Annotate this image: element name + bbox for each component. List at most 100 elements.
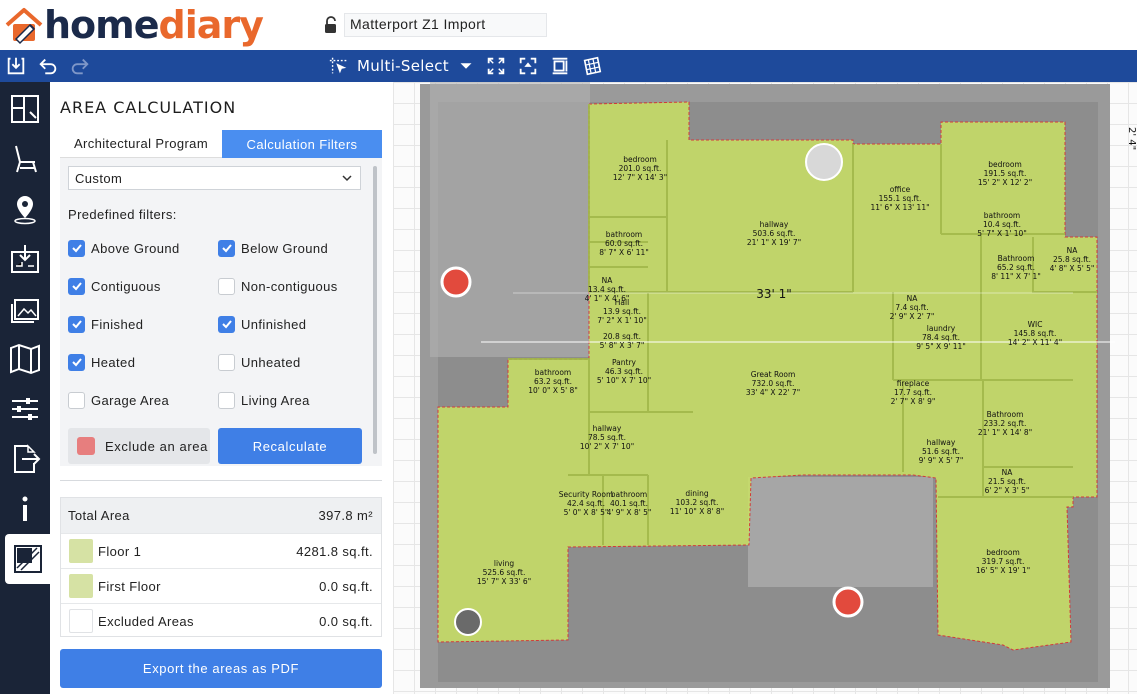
filter-unfinished[interactable]: Unfinished: [218, 314, 306, 334]
filters-container: Custom Predefined filters: Above Ground …: [60, 158, 382, 466]
area-row-value: 0.0 sq.ft.: [319, 613, 373, 629]
room-label[interactable]: Bathroom 65.2 sq.ft. 8' 11" X 7' 1": [991, 254, 1041, 281]
logo-text-home: home: [44, 3, 160, 47]
checkbox-unchecked-icon[interactable]: [68, 391, 85, 409]
location-pin-icon[interactable]: [0, 184, 50, 234]
checkbox-checked-icon[interactable]: [68, 315, 85, 333]
panel-title: AREA CALCULATION: [60, 98, 237, 117]
area-row-first-floor[interactable]: First Floor 0.0 sq.ft.: [61, 568, 381, 603]
exclude-area-label: Exclude an area: [105, 438, 208, 454]
floor-color-swatch[interactable]: [69, 574, 93, 598]
checkbox-checked-icon[interactable]: [68, 239, 85, 257]
redo-icon[interactable]: [68, 54, 92, 78]
checkbox-unchecked-icon[interactable]: [218, 391, 235, 409]
filter-label: Garage Area: [91, 392, 170, 408]
filter-label: Unfinished: [241, 316, 307, 332]
room-label[interactable]: Great Room 732.0 sq.ft. 33' 4" X 22' 7": [746, 370, 800, 397]
filter-living-area[interactable]: Living Area: [218, 390, 310, 410]
scan-noise-area: [748, 477, 933, 587]
area-row-excluded[interactable]: Excluded Areas 0.0 sq.ft.: [61, 603, 381, 638]
tab-architectural-program[interactable]: Architectural Program: [60, 130, 222, 158]
area-totals-table: Total Area 397.8 m² Floor 1 4281.8 sq.ft…: [60, 497, 382, 637]
filter-label: Contiguous: [91, 278, 161, 294]
filter-label: Heated: [91, 354, 136, 370]
area-row-label: Excluded Areas: [98, 613, 194, 629]
filter-label: Living Area: [241, 392, 310, 408]
filter-heated[interactable]: Heated: [68, 352, 135, 372]
area-row-value: 0.0 sq.ft.: [319, 578, 373, 594]
checkbox-checked-icon[interactable]: [68, 277, 85, 295]
scan-marker[interactable]: [832, 586, 864, 618]
unlock-icon[interactable]: [323, 16, 339, 34]
filter-unheated[interactable]: Unheated: [218, 352, 301, 372]
exclude-area-button[interactable]: Exclude an area: [68, 428, 210, 464]
filters-scrollbar[interactable]: [373, 166, 377, 454]
scan-marker[interactable]: [440, 266, 472, 298]
mode-dropdown-icon[interactable]: [454, 54, 478, 78]
room-label[interactable]: bathroom 60.0 sq.ft. 8' 7" X 6' 11": [599, 230, 649, 257]
recalculate-button[interactable]: Recalculate: [218, 428, 362, 464]
room-label[interactable]: bathroom 40.1 sq.ft. 4' 9" X 8' 5": [607, 490, 652, 517]
multi-select-label[interactable]: Multi-Select: [357, 57, 449, 75]
filter-below-ground[interactable]: Below Ground: [218, 238, 328, 258]
panel-tabs: Architectural Program Calculation Filter…: [60, 130, 382, 158]
filter-garage-area[interactable]: Garage Area: [68, 390, 169, 410]
multi-select-icon[interactable]: [327, 54, 351, 78]
project-name-field[interactable]: Matterport Z1 Import: [344, 13, 547, 37]
grid-icon[interactable]: [580, 54, 604, 78]
scan-marker[interactable]: [805, 143, 843, 181]
checkbox-unchecked-icon[interactable]: [218, 353, 235, 371]
room-label[interactable]: fireplace 17.7 sq.ft. 2' 7" X 8' 9": [891, 379, 936, 406]
gallery-icon[interactable]: [0, 284, 50, 334]
filter-finished[interactable]: Finished: [68, 314, 143, 334]
floorplan-canvas[interactable]: 33' 1" 2' 4" bedroom 201.0 sq.ft. 12' 7" X…: [393, 82, 1137, 694]
checkbox-checked-icon[interactable]: [218, 239, 235, 257]
furniture-chair-icon[interactable]: [0, 134, 50, 184]
area-calculation-panel: AREA CALCULATION Architectural Program C…: [50, 82, 393, 694]
app-header: homediary Matterport Z1 Import: [0, 0, 1137, 50]
filter-preset-value: Custom: [75, 171, 123, 186]
area-row-floor-1[interactable]: Floor 1 4281.8 sq.ft.: [61, 533, 381, 568]
filter-contiguous[interactable]: Contiguous: [68, 276, 161, 296]
tab-calculation-filters[interactable]: Calculation Filters: [222, 130, 382, 158]
edge-dimension-label: 2' 4": [1126, 127, 1137, 150]
homediary-logo[interactable]: homediary: [4, 3, 264, 47]
area-row-value: 4281.8 sq.ft.: [296, 543, 373, 559]
checkbox-checked-icon[interactable]: [218, 315, 235, 333]
import-plan-icon[interactable]: [0, 234, 50, 284]
filter-label: Non-contiguous: [241, 278, 338, 294]
filter-preset-select[interactable]: Custom: [68, 166, 361, 190]
zoom-selection-icon[interactable]: [516, 54, 540, 78]
house-logo-icon: [5, 8, 43, 45]
filter-above-ground[interactable]: Above Ground: [68, 238, 180, 258]
undo-icon[interactable]: [36, 54, 60, 78]
info-icon[interactable]: [0, 484, 50, 534]
room-label[interactable]: bathroom 10.4 sq.ft. 5' 7" X 1' 10": [977, 211, 1027, 238]
left-icon-sidebar: [0, 82, 50, 694]
map-book-icon[interactable]: [0, 334, 50, 384]
scan-marker[interactable]: [454, 608, 482, 636]
room-label[interactable]: bathroom 63.2 sq.ft. 10' 0" X 5' 8": [528, 368, 578, 395]
filter-label: Below Ground: [241, 240, 329, 256]
floor-color-swatch[interactable]: [69, 539, 93, 563]
save-icon[interactable]: [4, 54, 28, 78]
chevron-down-icon: [342, 175, 352, 182]
room-label[interactable]: 20.8 sq.ft. 5' 8" X 3' 7": [600, 332, 645, 350]
filter-label: Finished: [91, 316, 144, 332]
filter-label: Unheated: [241, 354, 301, 370]
fit-view-icon[interactable]: [484, 54, 508, 78]
excluded-color-swatch[interactable]: [69, 609, 93, 633]
settings-sliders-icon[interactable]: [0, 384, 50, 434]
area-calculation-icon[interactable]: [5, 534, 50, 584]
predefined-filters-label: Predefined filters:: [68, 207, 177, 222]
filter-non-contiguous[interactable]: Non-contiguous: [218, 276, 338, 296]
floorplan-drawing[interactable]: 33' 1" 2' 4" bedroom 201.0 sq.ft. 12' 7" X…: [393, 82, 1137, 694]
checkbox-checked-icon[interactable]: [68, 353, 85, 371]
measure-icon[interactable]: [548, 54, 572, 78]
total-area-row: Total Area 397.8 m²: [61, 498, 381, 533]
floorplan-tool-icon[interactable]: [0, 84, 50, 134]
total-area-label: Total Area: [68, 508, 130, 523]
export-pdf-button[interactable]: Export the areas as PDF: [60, 649, 382, 688]
export-icon[interactable]: [0, 434, 50, 484]
checkbox-unchecked-icon[interactable]: [218, 277, 235, 295]
